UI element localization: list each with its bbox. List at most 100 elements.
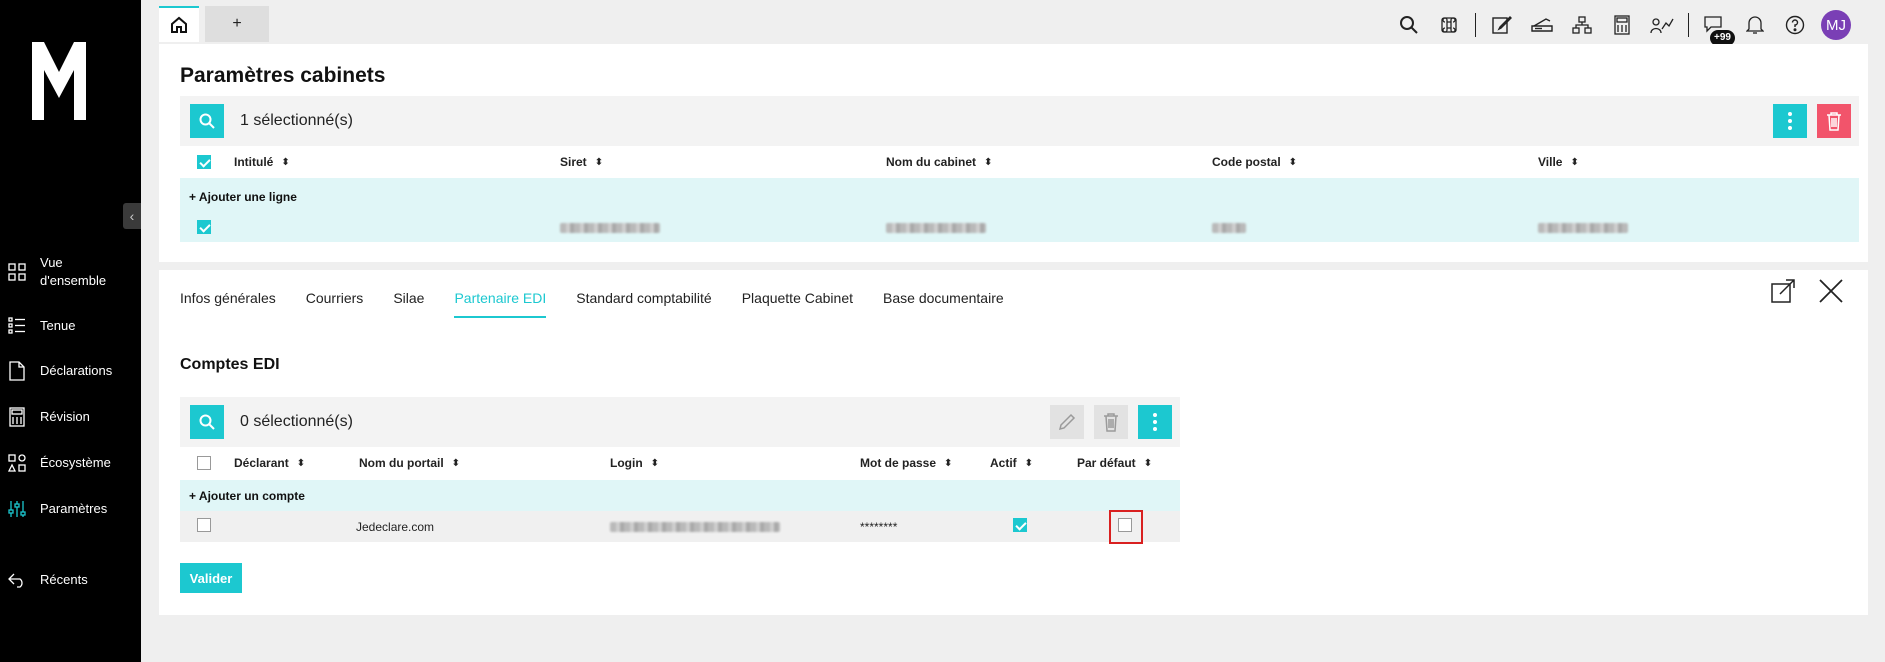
top-bar: + +99 MJ <box>159 0 1885 46</box>
help-icon[interactable] <box>1781 12 1809 38</box>
command-icon[interactable] <box>1435 12 1463 38</box>
column-header-actif[interactable]: Actif ⬍ <box>990 456 1033 470</box>
tab-base-documentaire[interactable]: Base documentaire <box>883 290 1004 318</box>
open-external-icon[interactable] <box>1768 276 1798 306</box>
edi-more-button[interactable] <box>1138 405 1172 439</box>
select-all-checkbox[interactable] <box>197 456 211 470</box>
calculator-icon <box>6 406 28 428</box>
sidebar-item-parametres[interactable]: Paramètres <box>0 498 141 520</box>
back-arrow-icon <box>6 569 28 591</box>
calculator-icon[interactable] <box>1608 12 1636 38</box>
row-checkbox[interactable] <box>197 219 211 234</box>
portal-name-value: Jedeclare.com <box>356 519 435 534</box>
column-header-ville[interactable]: Ville ⬍ <box>1538 155 1579 169</box>
column-header-siret[interactable]: Siret ⬍ <box>560 155 603 169</box>
network-icon[interactable] <box>1568 12 1596 38</box>
sidebar-item-label: Récents <box>40 572 88 587</box>
search-icon <box>199 414 215 430</box>
validate-button[interactable]: Valider <box>180 563 242 593</box>
tab-infos-generales[interactable]: Infos générales <box>180 290 276 318</box>
select-all-checkbox[interactable] <box>197 155 211 169</box>
siret-value <box>560 223 660 233</box>
column-header-login[interactable]: Login ⬍ <box>610 456 659 470</box>
cabinets-table-header: Intitulé ⬍ Siret ⬍ Nom du cabinet ⬍ Code po… <box>180 146 1859 178</box>
column-header-mot-de-passe[interactable]: Mot de passe ⬍ <box>860 456 952 470</box>
home-icon <box>171 16 187 33</box>
column-header-code-postal[interactable]: Code postal ⬍ <box>1212 155 1297 169</box>
column-header-nom-cabinet[interactable]: Nom du cabinet ⬍ <box>886 155 992 169</box>
more-vertical-icon <box>1788 112 1792 130</box>
sidebar: ‹ Vue d'ensemble Tenue Déclarations Révi… <box>0 0 141 662</box>
panel-actions <box>1750 276 1846 306</box>
separator <box>1475 13 1476 37</box>
close-icon[interactable] <box>1816 276 1846 306</box>
cabinets-toolbar: 1 sélectionné(s) <box>180 96 1859 146</box>
pencil-icon <box>1058 413 1076 431</box>
add-line-button[interactable]: + Ajouter une ligne <box>189 190 297 204</box>
app-logo <box>32 42 86 120</box>
sidebar-item-ecosystem[interactable]: Écosystème <box>0 452 141 474</box>
add-tab-button[interactable]: + <box>205 6 269 42</box>
city-value <box>1538 223 1628 233</box>
more-vertical-icon <box>1153 413 1157 431</box>
table-row[interactable] <box>180 214 1859 242</box>
bell-icon[interactable] <box>1741 12 1769 38</box>
sidebar-item-label: Paramètres <box>40 501 108 516</box>
sort-icon: ⬍ <box>944 457 953 469</box>
column-header-par-defaut[interactable]: Par défaut ⬍ <box>1077 456 1152 470</box>
sort-icon: ⬍ <box>1288 156 1298 168</box>
cabinets-search-button[interactable] <box>190 104 224 138</box>
column-header-declarant[interactable]: Déclarant ⬍ <box>234 456 305 470</box>
tab-silae[interactable]: Silae <box>393 290 424 318</box>
search-icon <box>199 113 215 129</box>
column-header-intitule[interactable]: Intitulé ⬍ <box>234 155 290 169</box>
edi-delete-button[interactable] <box>1094 405 1128 439</box>
scanner-icon[interactable] <box>1528 12 1556 38</box>
sidebar-item-label: Écosystème <box>40 455 111 470</box>
user-avatar[interactable]: MJ <box>1821 10 1851 40</box>
chat-icon[interactable]: +99 <box>1701 12 1735 46</box>
edit-icon[interactable] <box>1488 12 1516 38</box>
sidebar-item-label: Révision <box>40 409 90 424</box>
edi-table-header: Déclarant ⬍ Nom du portail ⬍ Login ⬍ Mot de… <box>180 447 1180 479</box>
sidebar-item-overview[interactable]: Vue d'ensemble <box>0 254 141 290</box>
users-chart-icon[interactable] <box>1648 12 1676 38</box>
detail-tabs: Infos générales Courriers Silae Partenai… <box>180 290 1034 318</box>
sidebar-item-recents[interactable]: Récents <box>0 569 141 591</box>
home-tab[interactable] <box>159 6 199 42</box>
sidebar-item-tenue[interactable]: Tenue <box>0 315 141 337</box>
sort-icon: ⬍ <box>650 457 660 469</box>
add-account-button[interactable]: + Ajouter un compte <box>189 489 305 503</box>
sidebar-item-label: Déclarations <box>40 363 113 378</box>
sliders-icon <box>6 498 28 520</box>
edi-edit-button[interactable] <box>1050 405 1084 439</box>
tab-plaquette-cabinet[interactable]: Plaquette Cabinet <box>742 290 853 318</box>
sidebar-item-revision[interactable]: Révision <box>0 406 141 428</box>
column-header-nom-portail[interactable]: Nom du portail ⬍ <box>359 456 460 470</box>
sidebar-collapse-button[interactable]: ‹ <box>123 203 141 229</box>
separator <box>1688 13 1689 37</box>
sidebar-item-label: Vue d'ensemble <box>40 255 107 288</box>
sort-icon: ⬍ <box>984 156 993 168</box>
edi-search-button[interactable] <box>190 405 224 439</box>
actif-checkbox[interactable] <box>1013 518 1027 532</box>
cabinets-panel: Paramètres cabinets 1 sélectionné(s) Int… <box>159 44 1868 262</box>
tab-standard-comptabilite[interactable]: Standard comptabilité <box>576 290 711 318</box>
tab-partenaire-edi[interactable]: Partenaire EDI <box>454 290 546 318</box>
cabinet-name-value <box>886 223 986 233</box>
details-panel: Infos générales Courriers Silae Partenai… <box>159 270 1868 615</box>
sort-icon: ⬍ <box>1143 457 1153 469</box>
postal-code-value <box>1212 223 1246 233</box>
search-icon[interactable] <box>1395 12 1423 38</box>
tab-courriers[interactable]: Courriers <box>306 290 364 318</box>
sort-icon: ⬍ <box>1570 156 1579 168</box>
table-row[interactable]: Jedeclare.com ******** <box>180 511 1180 542</box>
cabinets-more-button[interactable] <box>1773 104 1807 138</box>
cabinets-delete-button[interactable] <box>1817 104 1851 138</box>
sidebar-item-declarations[interactable]: Déclarations <box>0 360 141 382</box>
trash-icon <box>1104 413 1118 432</box>
row-checkbox[interactable] <box>197 518 211 532</box>
sort-icon: ⬍ <box>281 156 290 168</box>
section-title: Comptes EDI <box>180 356 280 373</box>
highlight-box <box>1109 510 1143 544</box>
